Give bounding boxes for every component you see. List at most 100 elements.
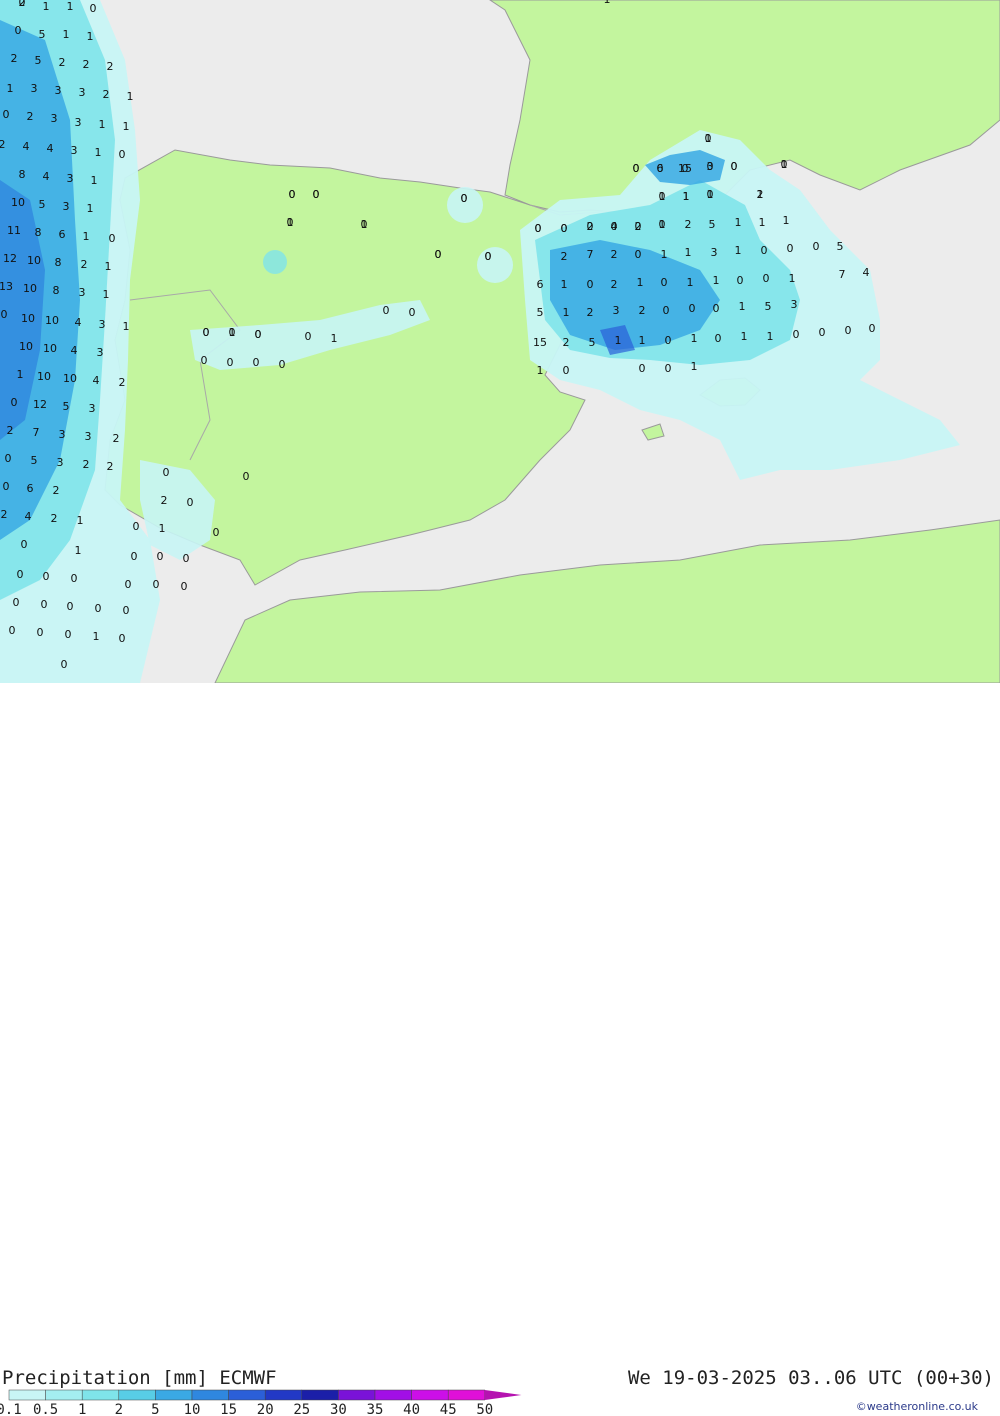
precip-value-label: 0 bbox=[3, 480, 10, 493]
precip-value-label: 3 bbox=[613, 304, 620, 317]
precip-value-label: 0 bbox=[41, 598, 48, 611]
precip-value-label: 0 bbox=[707, 160, 714, 173]
precip-value-label: 0 bbox=[153, 578, 160, 591]
precip-value-label: 4 bbox=[23, 140, 30, 153]
precip-value-label: 1 bbox=[713, 274, 720, 287]
precip-value-label: 0 bbox=[17, 568, 24, 581]
precip-value-label: 10 bbox=[23, 282, 37, 295]
precip-value-label: 10 bbox=[45, 314, 59, 327]
precip-value-label: 0 bbox=[713, 302, 720, 315]
legend-label: 10 bbox=[184, 1402, 201, 1416]
precip-value-label: 2 bbox=[27, 110, 34, 123]
precip-value-label: 1 bbox=[7, 82, 14, 95]
legend-label: 5 bbox=[151, 1402, 159, 1416]
precip-value-label: 2 bbox=[685, 218, 692, 231]
precip-value-label: 15 bbox=[533, 336, 547, 349]
precip-value-label: 1 bbox=[105, 260, 112, 273]
legend-swatch bbox=[301, 1389, 339, 1401]
precip-value-label: 0 bbox=[71, 572, 78, 585]
legend-label: 1 bbox=[78, 1402, 86, 1416]
precip-value-label: 2 bbox=[83, 58, 90, 71]
precip-value-label: 1 bbox=[683, 190, 690, 203]
precip-value-label: 0 bbox=[763, 272, 770, 285]
precip-value-label: 10 bbox=[27, 254, 41, 267]
precip-value-label: 1 bbox=[685, 246, 692, 259]
legend-swatch bbox=[374, 1389, 412, 1401]
precip-value-label: 3 bbox=[791, 298, 798, 311]
precip-value-label: 1 bbox=[767, 330, 774, 343]
precip-value-label: 0 bbox=[125, 578, 132, 591]
precip-value-label: 3 bbox=[75, 116, 82, 129]
precip-value-label: 3 bbox=[55, 84, 62, 97]
precip-value-label: 0 bbox=[181, 580, 188, 593]
precip-value-label: 0 bbox=[3, 108, 10, 121]
precip-value-label: 8 bbox=[35, 226, 42, 239]
precip-value-label: 0 bbox=[635, 248, 642, 261]
precip-value-label: 5 bbox=[39, 198, 46, 211]
precip-value-label: 0 bbox=[131, 550, 138, 563]
precip-value-label: 1 bbox=[87, 30, 94, 43]
precip-value-label: 4 bbox=[863, 266, 870, 279]
precip-value-label: 1 bbox=[781, 158, 788, 171]
precip-value-label: 1 bbox=[63, 28, 70, 41]
precip-value-label: 1 bbox=[561, 278, 568, 291]
precip-value-label: 0 bbox=[661, 276, 668, 289]
precip-value-label: 0 bbox=[289, 188, 296, 201]
precip-value-label: 10 bbox=[11, 196, 25, 209]
precip-value-label: 8 bbox=[53, 284, 60, 297]
precip-value-label: 1 bbox=[783, 214, 790, 227]
precip-value-label: 0 bbox=[561, 222, 568, 235]
precip-value-label: 0 bbox=[665, 362, 672, 375]
precip-value-label: 1 bbox=[691, 360, 698, 373]
precip-value-label: 0 bbox=[119, 632, 126, 645]
precip-value-label: 12 bbox=[3, 252, 17, 265]
precip-value-label: 0 bbox=[737, 274, 744, 287]
precip-value-label: 1 bbox=[661, 248, 668, 261]
map-title: Precipitation [mm] ECMWF bbox=[2, 1367, 277, 1389]
precip-value-label: 1 bbox=[67, 0, 74, 13]
legend-swatch bbox=[484, 1390, 522, 1400]
precipitation-map: 2110105112522213332102331124431084311053… bbox=[0, 0, 1000, 683]
precip-value-label: 3 bbox=[79, 86, 86, 99]
precip-value-label: 0 bbox=[635, 220, 642, 233]
precip-value-label: 2 bbox=[107, 460, 114, 473]
precip-value-label: 1 bbox=[127, 90, 134, 103]
precip-value-label: 2 bbox=[611, 278, 618, 291]
precip-value-label: 1 bbox=[123, 320, 130, 333]
precip-value-label: 7 bbox=[33, 426, 40, 439]
precip-value-label: 0 bbox=[793, 328, 800, 341]
precip-value-label: 5 bbox=[35, 54, 42, 67]
precip-value-label: 3 bbox=[63, 200, 70, 213]
precip-value-label: 1 bbox=[361, 218, 368, 231]
legend-label: 35 bbox=[367, 1402, 384, 1416]
precip-value-label: 2 bbox=[0, 138, 6, 151]
precip-value-label: 0 bbox=[633, 162, 640, 175]
precip-value-label: 0 bbox=[37, 626, 44, 639]
precip-value-label: 2 bbox=[1, 508, 8, 521]
precip-value-label: 2 bbox=[113, 432, 120, 445]
credit-link[interactable]: ©weatheronline.co.uk bbox=[856, 1400, 978, 1413]
legend-label: 15 bbox=[220, 1402, 237, 1416]
precip-value-label: 0 bbox=[787, 242, 794, 255]
precip-value-label: 0 bbox=[587, 278, 594, 291]
precip-value-label: 1 bbox=[77, 514, 84, 527]
precip-value-label: 10 bbox=[43, 342, 57, 355]
precip-value-label: 0 bbox=[11, 396, 18, 409]
precip-value-label: 0 bbox=[535, 222, 542, 235]
legend-label: 0.5 bbox=[33, 1402, 58, 1416]
precip-value-label: 2 bbox=[59, 56, 66, 69]
precip-value-label: 0 bbox=[659, 218, 666, 231]
precip-value-label: 2 bbox=[611, 248, 618, 261]
precip-value-label: 2 bbox=[11, 52, 18, 65]
precip-value-label: 0 bbox=[845, 324, 852, 337]
precip-value-label: 4 bbox=[43, 170, 50, 183]
precip-value-label: 1 bbox=[659, 190, 666, 203]
precip-value-label: 0 bbox=[19, 0, 26, 9]
precip-value-label: 0 bbox=[313, 188, 320, 201]
precip-value-label: 0 bbox=[279, 358, 286, 371]
legend-label: 2 bbox=[115, 1402, 123, 1416]
precip-value-label: 1 bbox=[789, 272, 796, 285]
legend-label: 20 bbox=[257, 1402, 274, 1416]
precip-value-label: 1 bbox=[95, 146, 102, 159]
legend-swatch bbox=[118, 1389, 156, 1401]
